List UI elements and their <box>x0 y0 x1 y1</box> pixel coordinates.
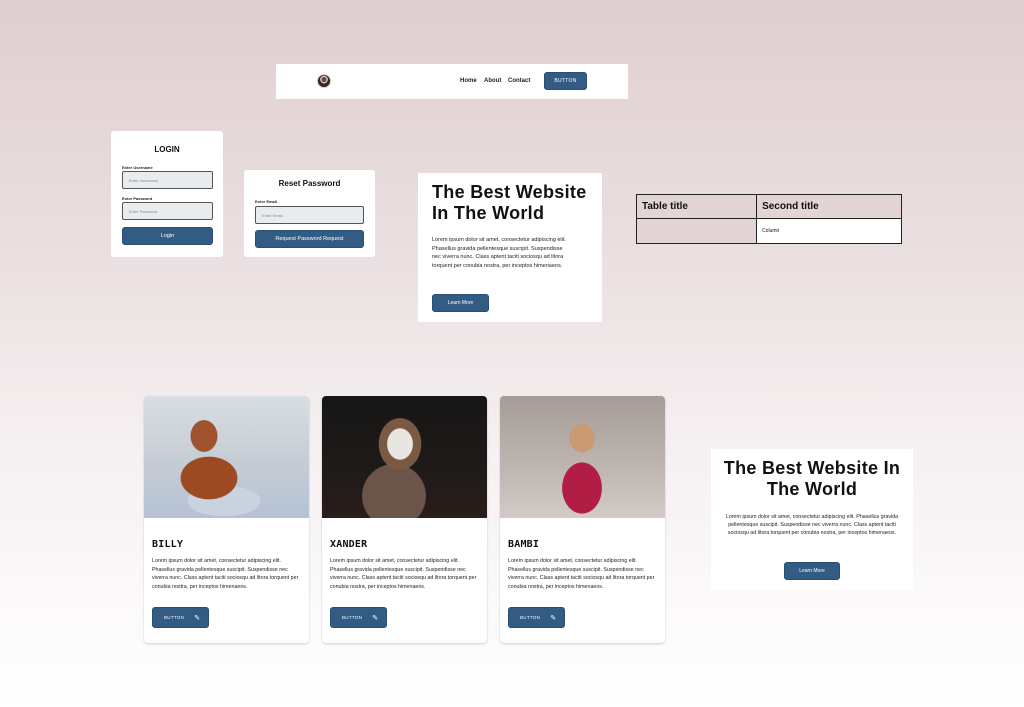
email-input[interactable]: Enter Email <box>255 206 364 224</box>
pen-nib-icon: ✎ <box>194 614 201 622</box>
card-button[interactable]: BUTTON ✎ <box>330 607 387 628</box>
learn-more-button[interactable]: Learn More <box>784 562 840 580</box>
dog-photo <box>144 396 309 518</box>
nav-link-contact[interactable]: Contact <box>508 78 530 84</box>
data-table: Table title Second title Column <box>635 194 902 244</box>
password-label: Enter Password <box>122 196 153 201</box>
card-button-label: BUTTON <box>520 615 541 620</box>
card-title: XANDER <box>330 539 368 550</box>
table-header-cell: Table title <box>635 194 758 219</box>
hero-title: The Best Website In The World <box>723 458 901 499</box>
pen-nib-icon: ✎ <box>372 614 379 622</box>
dog-card: BAMBI Lorem ipsum dolor sit amet, consec… <box>500 396 665 643</box>
dog-photo <box>322 396 487 518</box>
card-button-label: BUTTON <box>342 615 363 620</box>
card-button[interactable]: BUTTON ✎ <box>152 607 209 628</box>
learn-more-button[interactable]: Learn More <box>432 294 489 312</box>
card-description: Lorem ipsum dolor sit amet, consectetur … <box>508 558 655 590</box>
card-description: Lorem ipsum dolor sit amet, consectetur … <box>330 558 477 590</box>
card-title: BAMBI <box>508 539 540 550</box>
request-password-button[interactable]: Request Password Request <box>255 230 364 248</box>
card-button[interactable]: BUTTON ✎ <box>508 607 565 628</box>
hero-title: The Best Website In The World <box>432 182 587 223</box>
hero-body: Lorem ipsum dolor sit amet, consectetur … <box>432 237 566 269</box>
table-cell <box>635 218 758 244</box>
username-label: Enter Username <box>122 165 153 170</box>
card-title: BILLY <box>152 539 184 550</box>
nav-link-home[interactable]: Home <box>460 78 477 84</box>
nav-link-about[interactable]: About <box>484 78 501 84</box>
dog-card: XANDER Lorem ipsum dolor sit amet, conse… <box>322 396 487 643</box>
avatar[interactable] <box>317 74 331 88</box>
dog-card: BILLY Lorem ipsum dolor sit amet, consec… <box>144 396 309 643</box>
table-header-cell: Second title <box>756 194 902 219</box>
card-button-label: BUTTON <box>164 615 185 620</box>
table-row: Column <box>635 218 902 244</box>
username-input[interactable]: Enter Username <box>122 171 213 189</box>
login-title: LOGIN <box>154 145 180 154</box>
login-button[interactable]: Login <box>122 227 213 245</box>
pen-nib-icon: ✎ <box>550 614 557 622</box>
password-input[interactable]: Enter Password <box>122 202 213 220</box>
reset-password-title: Reset Password <box>278 179 341 188</box>
nav-button[interactable]: BUTTON <box>544 72 587 90</box>
table-cell: Column <box>756 218 902 244</box>
card-description: Lorem ipsum dolor sit amet, consectetur … <box>152 558 299 590</box>
dog-photo <box>500 396 665 518</box>
table-header-row: Table title Second title <box>635 194 902 219</box>
email-label: Enter Email <box>255 199 278 204</box>
hero-body: Lorem ipsum dolor sit amet, consectetur … <box>725 514 899 537</box>
